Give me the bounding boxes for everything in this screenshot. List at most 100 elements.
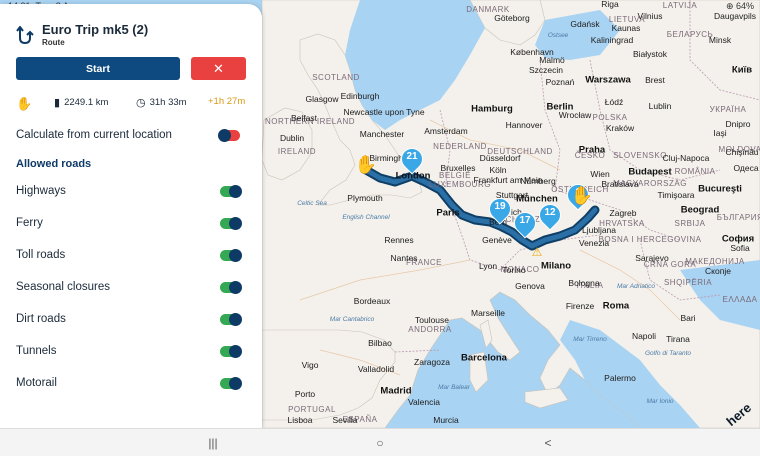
city-label: Torino [502, 264, 526, 275]
country-label: BOSNA I HERCEGOVINA [598, 235, 702, 244]
recents-button[interactable]: ||| [198, 435, 228, 451]
road-option-ferry[interactable]: Ferry [16, 215, 246, 233]
city-label: Dublin [279, 132, 305, 143]
waypoint-pin[interactable]: 17 [509, 207, 541, 240]
city-label: Gdańsk [570, 18, 600, 29]
country-label: SLOVENSKO [613, 151, 667, 160]
highways-toggle[interactable] [220, 185, 242, 198]
road-label: Tunnels [16, 345, 57, 357]
city-label: Daugavpils [713, 10, 757, 21]
city-label: Kraków [605, 122, 635, 133]
cancel-button[interactable]: ✕ [191, 57, 246, 80]
sea-label: Mar Balear [438, 383, 470, 391]
road-option-highways[interactable]: Highways [16, 183, 246, 201]
calculate-toggle[interactable] [218, 129, 240, 142]
back-button[interactable]: < [533, 435, 563, 451]
city-label: Barcelona [461, 352, 507, 364]
sea-label: Celtic Sea [297, 199, 327, 207]
city-label: Скопје [705, 265, 731, 276]
road-label: Seasonal closures [16, 281, 110, 293]
road-label: Toll roads [16, 249, 66, 261]
start-hand-icon[interactable]: ✋ [355, 155, 377, 176]
waypoint-pin[interactable]: 12 [534, 199, 566, 232]
city-label: Düsseldorf [479, 152, 521, 163]
calculate-from-location-row[interactable]: Calculate from current location [16, 127, 246, 145]
city-label: Tirana [666, 333, 690, 344]
city-label: Madrid [380, 385, 412, 397]
system-nav-bar: ||| ○ < [0, 428, 760, 456]
start-button[interactable]: Start [16, 57, 180, 80]
country-label: BELGIË [439, 171, 471, 180]
home-button[interactable]: ○ [365, 435, 395, 451]
city-label: Belfast [291, 112, 317, 123]
end-hand-icon[interactable]: ✋ [571, 186, 593, 207]
road-label: Ferry [16, 217, 43, 229]
city-label: Firenze [565, 300, 595, 311]
calculate-label: Calculate from current location [16, 129, 172, 141]
duration-value: 31h 33m [149, 97, 187, 108]
city-label: Valladolid [357, 363, 395, 374]
city-label: Milano [540, 260, 572, 272]
road-option-toll[interactable]: Toll roads [16, 247, 246, 265]
dirt-roads-toggle[interactable] [220, 313, 242, 326]
bar-chart-icon: ▮ [54, 97, 61, 109]
city-label: Rennes [384, 234, 414, 245]
city-label: Murcia [433, 414, 459, 425]
country-label: БЪЛГАРИЯ [716, 213, 760, 222]
route-panel: Euro Trip mk5 (2) Route Start ✕ ✋ ▮ 2249… [0, 4, 262, 428]
city-label: Beograd [680, 204, 720, 216]
country-label: POLSKA [592, 113, 628, 122]
city-label: Plymouth [347, 192, 383, 203]
toll-roads-toggle[interactable] [220, 249, 242, 262]
route-subtitle: Route [42, 38, 65, 47]
city-label: Bordeaux [353, 295, 391, 306]
road-option-seasonal[interactable]: Seasonal closures [16, 279, 246, 297]
country-label: ROMÂNIA [674, 167, 716, 176]
city-label: Ljubljana [581, 224, 617, 235]
close-icon: ✕ [213, 60, 224, 76]
status-icons: ⊕ 64% [725, 1, 754, 11]
sea-label: Mar Tirreno [573, 335, 607, 343]
city-label: Timişoara [657, 189, 695, 200]
city-label: Szczecin [528, 64, 564, 75]
city-label: Toulouse [414, 314, 450, 325]
city-label: Sarajevo [635, 252, 669, 263]
city-label: Malmö [539, 54, 565, 65]
country-label: SRBIJA [674, 219, 706, 228]
road-option-tunnels[interactable]: Tunnels [16, 343, 246, 361]
route-stats: ✋ ▮ 2249.1 km ◷ 31h 33m +1h 27m [16, 96, 256, 112]
city-label: Budapest [628, 166, 672, 178]
motorail-toggle[interactable] [220, 377, 242, 390]
city-label: Genova [515, 280, 545, 291]
seasonal-closures-toggle[interactable] [220, 281, 242, 294]
road-option-motorail[interactable]: Motorail [16, 375, 246, 393]
city-label: Wrocław [558, 109, 592, 120]
city-label: Genève [482, 234, 512, 245]
hand-icon: ✋ [16, 96, 33, 111]
city-label: Minsk [708, 34, 732, 45]
city-label: Bucureşti [698, 183, 742, 195]
city-label: Chişinău [725, 146, 759, 157]
ferry-toggle[interactable] [220, 217, 242, 230]
country-label: УКРАЇНА [709, 105, 747, 114]
city-label: Roma [602, 300, 630, 312]
city-label: Valencia [408, 396, 440, 407]
city-label: Edinburgh [340, 90, 380, 101]
waypoint-pin[interactable]: 19 [484, 193, 516, 226]
city-label: Hannover [505, 119, 543, 130]
city-label: Vigo [301, 359, 319, 370]
city-label: Wien [590, 168, 610, 179]
city-label: Cluj-Napoca [662, 152, 710, 163]
incident-icon[interactable]: ⚠ [532, 245, 543, 259]
stat-duration: ◷ 31h 33m [136, 96, 187, 109]
city-label: Porto [294, 388, 316, 399]
country-label: NEDERLAND [433, 142, 487, 151]
city-label: Glasgow [305, 93, 339, 104]
tunnels-toggle[interactable] [220, 345, 242, 358]
road-option-dirt[interactable]: Dirt roads [16, 311, 246, 329]
stat-distance: ▮ 2249.1 km [54, 96, 108, 109]
route-icon [16, 26, 34, 45]
city-label: Paris [436, 207, 460, 219]
city-label: Hamburg [471, 103, 513, 115]
waypoint-pin[interactable]: 21 [396, 143, 428, 176]
